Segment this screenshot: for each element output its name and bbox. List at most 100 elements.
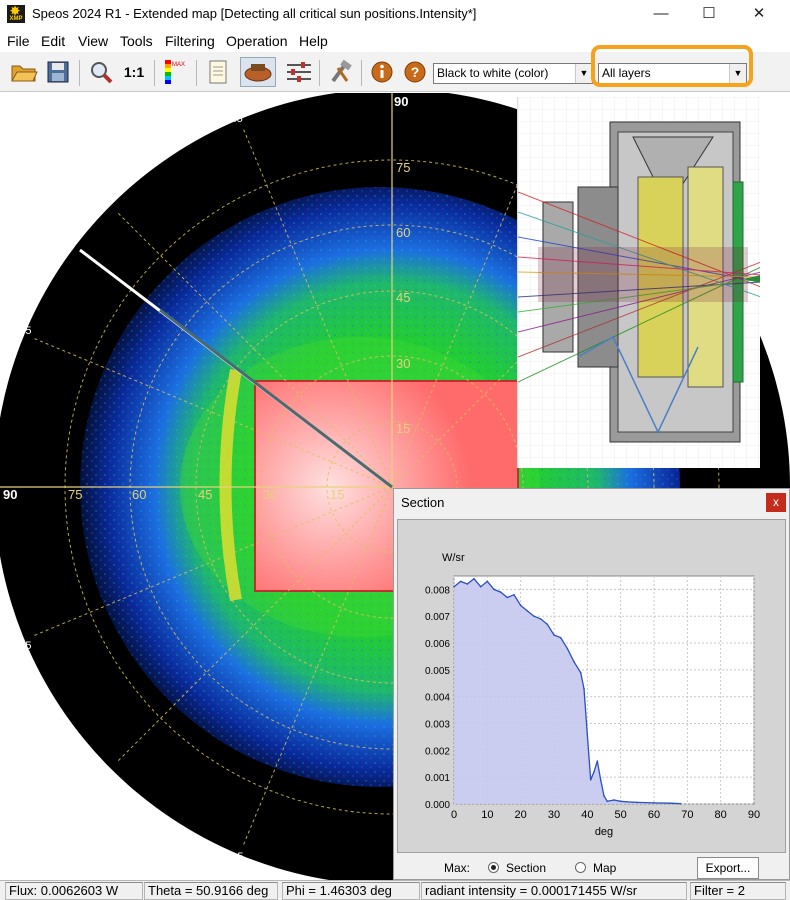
chart-y-tick-label: 0.006: [425, 639, 450, 650]
toolbar-separator: [361, 60, 362, 86]
chart-data-point: [606, 800, 609, 803]
chart-data-point: [613, 799, 615, 801]
chart-data-point: [499, 591, 502, 593]
svg-text:247.5: 247.5: [216, 851, 244, 863]
filter-sliders-icon[interactable]: [284, 57, 314, 87]
svg-text:15: 15: [330, 487, 344, 502]
menu-view[interactable]: View: [78, 33, 108, 49]
chart-x-tick-label: 90: [748, 809, 760, 821]
chart-data-point: [519, 604, 522, 607]
section-radio-label: Section: [506, 861, 547, 875]
svg-text:90: 90: [394, 94, 408, 109]
menu-edit[interactable]: Edit: [41, 33, 65, 49]
save-icon[interactable]: [43, 57, 73, 87]
chart-data-point: [539, 618, 542, 620]
chart-data-point: [459, 580, 462, 583]
section-close-button[interactable]: x: [766, 493, 786, 512]
chart-data-point: [599, 779, 602, 781]
chart-data-point: [559, 636, 562, 639]
chart-data-point: [679, 802, 682, 805]
help-icon[interactable]: ?: [400, 57, 430, 87]
scale-max-label: MAX: [172, 62, 185, 68]
chart-y-tick-label: 0.001: [425, 773, 450, 784]
zoom-icon[interactable]: [86, 57, 116, 87]
maximize-button[interactable]: ☐: [686, 0, 732, 28]
export-button[interactable]: Export...: [697, 857, 759, 879]
menu-tools[interactable]: Tools: [120, 33, 153, 49]
section-radio[interactable]: [488, 862, 499, 873]
menu-filtering[interactable]: Filtering: [165, 33, 215, 49]
chart-data-point: [513, 593, 515, 596]
chart-data-point: [546, 623, 549, 626]
chart-y-tick-label: 0.008: [425, 585, 450, 596]
svg-text:60: 60: [396, 225, 410, 240]
toolbar-separator: [319, 60, 320, 86]
chart-y-tick-label: 0.004: [425, 693, 450, 704]
color-mode-select[interactable]: Black to white (color) ▼: [433, 63, 593, 84]
chart-y-axis-label: W/sr: [442, 552, 465, 564]
status-theta: Theta = 50.9166 deg: [144, 882, 278, 900]
chart-data-point: [586, 733, 589, 736]
chart-data-point: [473, 577, 475, 580]
chart-x-axis-label: deg: [595, 826, 613, 838]
svg-text:90: 90: [3, 487, 17, 502]
svg-text:225: 225: [88, 765, 112, 781]
map-surface-icon[interactable]: [240, 57, 276, 87]
svg-text:30: 30: [263, 487, 277, 502]
menu-file[interactable]: File: [7, 33, 30, 49]
close-window-button[interactable]: ✕: [736, 0, 782, 28]
chart-data-point: [669, 802, 672, 804]
document-icon[interactable]: [203, 57, 233, 87]
speos-app-icon: ✸ XMP: [7, 5, 25, 23]
section-dialog: Section x W/sr deg 0 10 20 30 40 50 60 70 80 90 0.…: [393, 488, 790, 880]
chart-data-point: [453, 585, 455, 588]
map-radio[interactable]: [575, 862, 586, 873]
chart-y-tick-label: 0.002: [425, 746, 450, 757]
chart-data-point: [626, 801, 629, 803]
chart-y-tick-label: 0.003: [425, 720, 450, 731]
svg-text:75: 75: [396, 160, 410, 175]
max-label: Max:: [444, 861, 471, 875]
info-icon[interactable]: [367, 57, 397, 87]
menu-help[interactable]: Help: [299, 33, 328, 49]
status-bar: Flux: 0.0062603 W Theta = 50.9166 deg Ph…: [0, 880, 790, 900]
layers-highlight-annotation: [591, 45, 753, 87]
chart-x-tick-label: 50: [615, 809, 627, 821]
toolbar-separator: [79, 60, 80, 86]
svg-text:135: 135: [88, 190, 112, 206]
svg-text:?: ?: [411, 64, 420, 80]
chart-x-tick-label: 20: [515, 809, 527, 821]
open-folder-icon[interactable]: [9, 57, 39, 87]
chart-data-point: [593, 771, 595, 773]
chart-data-point: [479, 585, 482, 588]
zoom-1-to-1-icon[interactable]: 1:1: [119, 57, 149, 87]
chart-y-tick-label: 0.007: [425, 612, 450, 623]
chart-data-point: [579, 671, 582, 674]
color-scale-icon[interactable]: MAX: [161, 57, 191, 87]
chart-data-point: [486, 580, 489, 583]
chart-x-tick-label: 30: [548, 809, 560, 821]
color-mode-value: Black to white (color): [437, 66, 549, 80]
svg-text:157.5: 157.5: [4, 325, 32, 337]
chart-data-point: [493, 588, 495, 591]
svg-text:15: 15: [396, 421, 410, 436]
svg-text:45: 45: [396, 290, 410, 305]
window-title: Speos 2024 R1 - Extended map [Detecting …: [32, 6, 477, 21]
svg-text:75: 75: [68, 487, 82, 502]
svg-text:45: 45: [198, 487, 212, 502]
chart-data-point: [573, 661, 575, 663]
menu-operation[interactable]: Operation: [226, 33, 287, 49]
title-bar: ✸ XMP Speos 2024 R1 - Extended map [Detec…: [0, 0, 790, 28]
minimize-button[interactable]: —: [638, 0, 684, 28]
toolbar-separator: [196, 60, 197, 86]
chart-data-point: [589, 779, 592, 781]
svg-text:30: 30: [396, 356, 410, 371]
tools-icon[interactable]: [326, 57, 356, 87]
chart-y-tick-label: 0.005: [425, 666, 450, 677]
chart-y-tick-label: 0.000: [425, 800, 450, 811]
status-intensity: radiant intensity = 0.000171455 W/sr: [421, 882, 687, 900]
toolbar-separator: [154, 60, 155, 86]
chart-x-tick-label: 80: [715, 809, 727, 821]
optical-assembly-illustration: [517, 97, 760, 468]
chart-data-point: [553, 634, 555, 636]
